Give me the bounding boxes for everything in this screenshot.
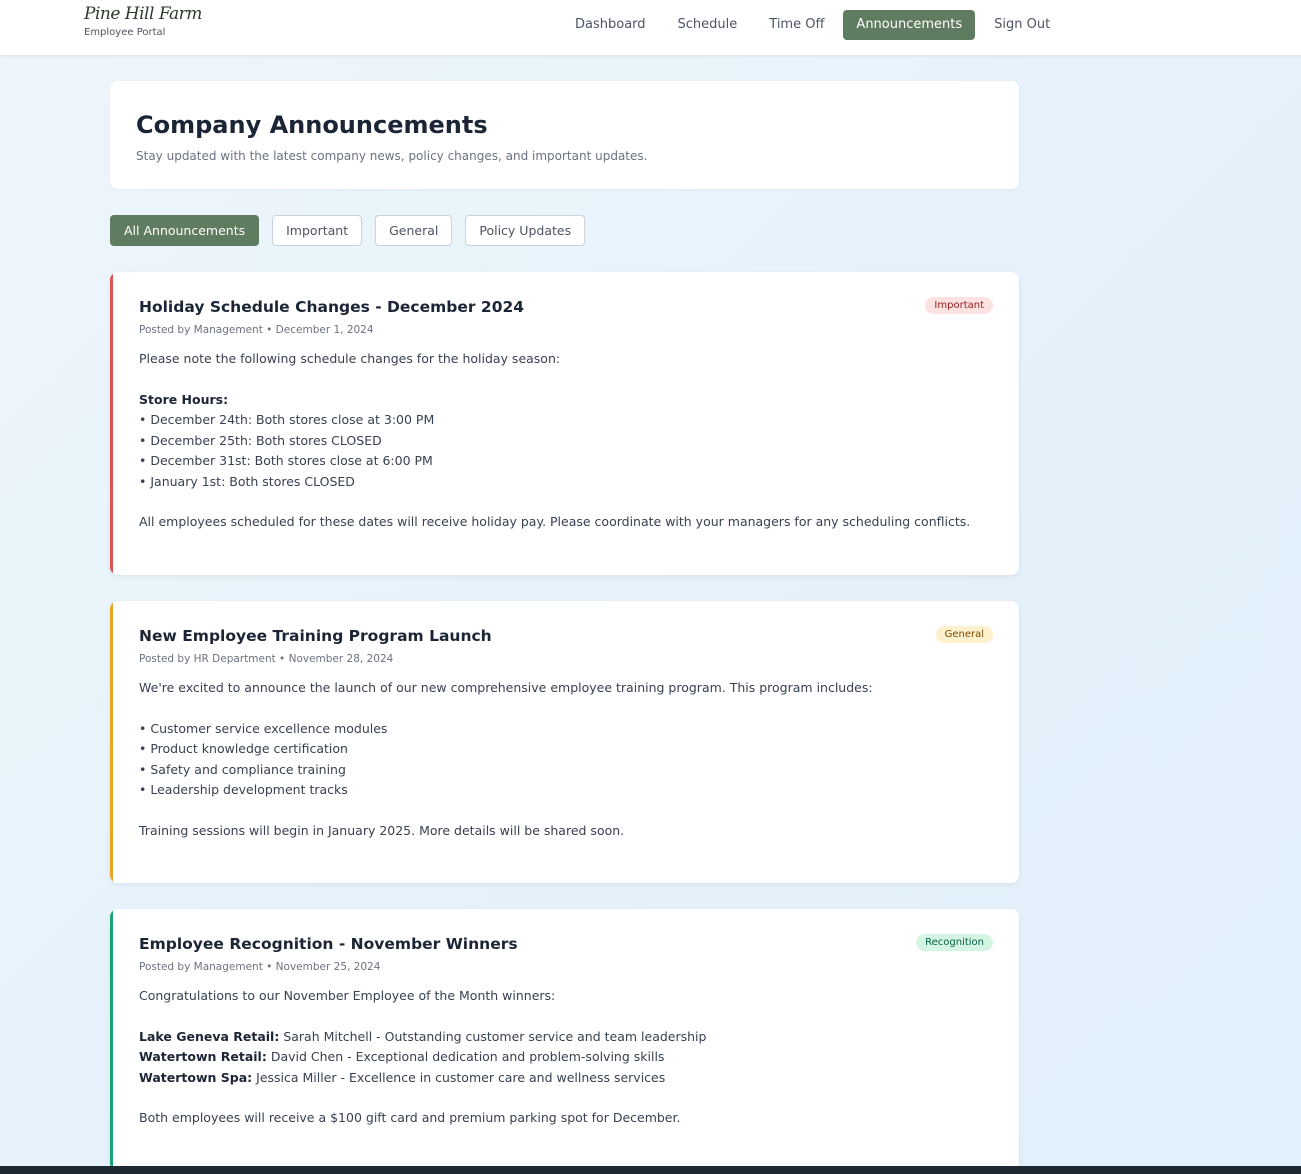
filter-all-button[interactable]: All Announcements [110,215,260,246]
list-item: • Product knowledge certification [139,741,348,756]
announcement-intro: Please note the following schedule chang… [139,351,561,366]
winner-text: David Chen - Exceptional dedication and … [266,1049,665,1064]
list-item: • December 31st: Both stores close at 6:… [139,453,433,468]
announcement-title: Employee Recognition - November Winners [139,935,518,953]
brand-logo: Pine Hill Farm [84,4,202,24]
winner-location: Watertown Retail: [139,1049,267,1064]
announcement-intro: Congratulations to our November Employee… [139,988,556,1003]
announcement-intro: We're excited to announce the launch of … [139,680,873,695]
nav-announcements[interactable]: Announcements [843,10,976,40]
winner-location: Watertown Spa: [139,1069,253,1085]
page-subtitle: Stay updated with the latest company new… [136,149,648,163]
list-item: • December 24th: Both stores close at 3:… [139,412,435,427]
list-item: • Customer service excellence modules [139,720,388,736]
announcement-badge: Recognition [916,934,993,951]
list-item: • Safety and compliance training [139,761,346,777]
announcement-meta: Posted by Management • December 1, 2024 [139,324,374,336]
filter-policy-updates-button[interactable]: Policy Updates [465,215,586,246]
announcement-card: Holiday Schedule Changes - December 2024… [110,272,1019,575]
winner-text: Sarah Mitchell - Outstanding customer se… [279,1028,707,1044]
list-item: • Leadership development tracks [139,782,348,797]
filter-bar: All Announcements Important General Poli… [110,215,1019,246]
nav-time-off[interactable]: Time Off [756,10,837,40]
announcement-badge: Important [925,297,993,314]
announcement-body: Congratulations to our November Employee… [139,986,993,1129]
winner-location: Lake Geneva Retail: [139,1028,280,1044]
nav-schedule[interactable]: Schedule [665,10,751,40]
filter-important-button[interactable]: Important [272,215,363,246]
announcement-outro: Both employees will receive a $100 gift … [139,1110,681,1125]
main-content: Company Announcements Stay updated with … [110,81,1019,1171]
top-navbar: Pine Hill Farm Employee Portal Dashboard… [0,0,1301,56]
page-title: Company Announcements [136,111,488,139]
window-bottom-edge [0,1166,1301,1174]
announcement-card: New Employee Training Program Launch Pos… [110,601,1019,883]
main-nav: Dashboard Schedule Time Off Announcement… [562,10,1063,40]
filter-general-button[interactable]: General [375,215,453,246]
page-header: Company Announcements Stay updated with … [110,81,1019,189]
announcement-outro: All employees scheduled for these dates … [139,514,971,529]
winner-text: Jessica Miller - Excellence in customer … [252,1069,666,1085]
announcement-meta: Posted by Management • November 25, 2024 [139,961,381,973]
announcement-badge: General [935,626,993,643]
list-item: • December 25th: Both stores CLOSED [139,432,382,448]
winner-line: Watertown Spa: Jessica Miller - Excellen… [139,1068,993,1089]
announcement-outro: Training sessions will begin in January … [139,822,625,838]
brand[interactable]: Pine Hill Farm Employee Portal [84,4,202,38]
announcement-body: Please note the following schedule chang… [139,349,993,533]
announcement-card: Employee Recognition - November Winners … [110,909,1019,1171]
winner-line: Lake Geneva Retail: Sarah Mitchell - Out… [139,1027,993,1048]
list-item: • January 1st: Both stores CLOSED [139,473,355,489]
nav-sign-out[interactable]: Sign Out [981,10,1063,40]
nav-dashboard[interactable]: Dashboard [562,10,659,40]
brand-subtitle: Employee Portal [84,27,166,38]
announcement-title: New Employee Training Program Launch [139,627,492,645]
section-heading: Store Hours: [139,391,229,407]
winner-line: Watertown Retail: David Chen - Exception… [139,1047,993,1068]
announcement-meta: Posted by HR Department • November 28, 2… [139,653,394,665]
announcement-body: We're excited to announce the launch of … [139,678,993,841]
announcement-title: Holiday Schedule Changes - December 2024 [139,298,525,316]
